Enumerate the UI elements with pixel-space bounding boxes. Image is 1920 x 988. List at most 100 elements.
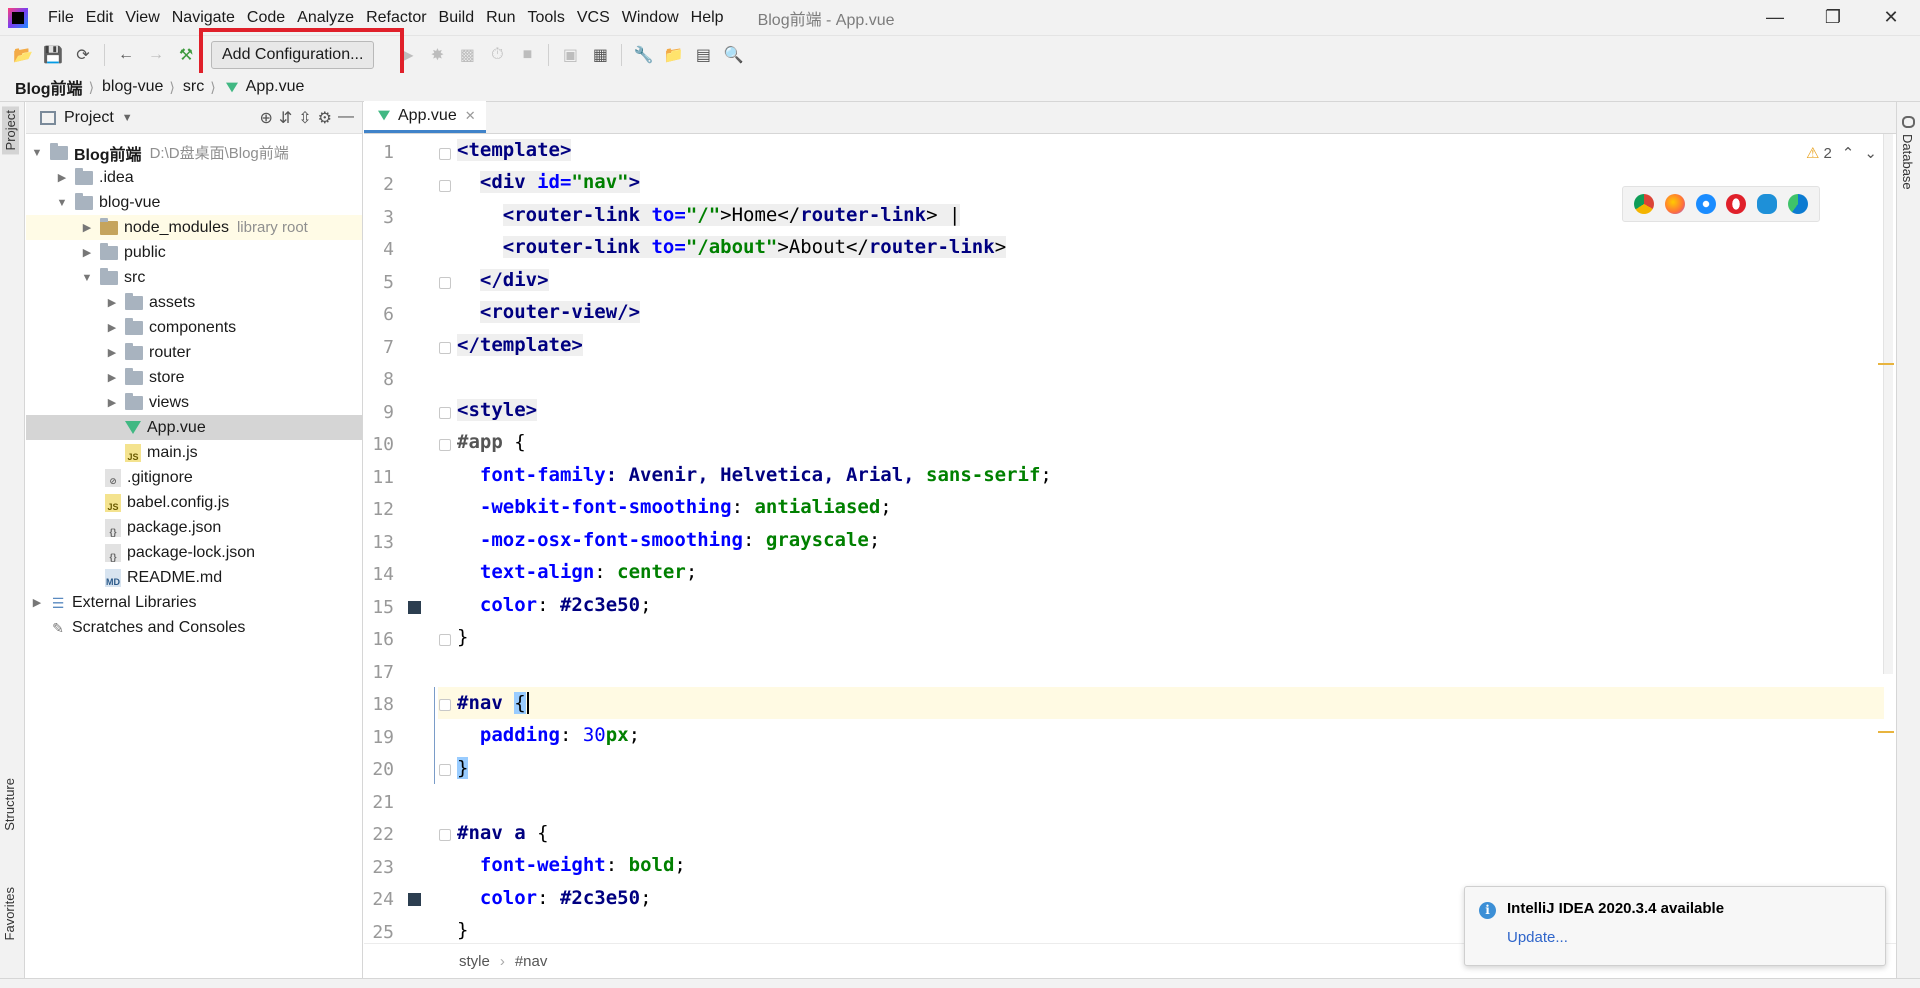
tree-item-views[interactable]: ▶ views (26, 390, 362, 415)
opera-icon[interactable] (1726, 194, 1747, 214)
code-editor[interactable]: 1 2 3 4 5 6 7 8 9 10 11 12 13 14 15 16 1… (364, 134, 1896, 943)
chevron-right-icon[interactable]: ▶ (80, 246, 94, 259)
tree-item-package-json[interactable]: {} package.json (26, 515, 362, 540)
tab-structure-tool[interactable]: Structure (2, 778, 17, 831)
menu-view[interactable]: View (119, 0, 165, 35)
run-icon[interactable]: ▶ (396, 44, 418, 66)
tree-item-app-vue[interactable]: App.vue (26, 415, 362, 440)
chevron-down-icon[interactable]: ▼ (80, 272, 94, 284)
stop-icon[interactable]: ■ (516, 44, 538, 66)
chevron-right-icon[interactable]: ▶ (105, 346, 119, 359)
debug-icon[interactable]: ✸ (426, 44, 448, 66)
open-folder-icon[interactable]: 📂 (12, 44, 34, 66)
tab-database-tool[interactable]: Database (1900, 134, 1915, 190)
project-view-dropdown[interactable]: Project (64, 109, 114, 127)
editor-scrollbar[interactable] (1883, 134, 1893, 674)
breadcrumb-app-vue[interactable]: App.vue (246, 78, 305, 96)
chevron-up-icon[interactable]: ⌃ (1842, 144, 1855, 162)
warning-marker[interactable] (1878, 363, 1894, 365)
chevron-right-icon[interactable]: ▶ (105, 371, 119, 384)
deploy-icon[interactable]: ▦ (589, 44, 611, 66)
tree-item-node-modules[interactable]: ▶ node_modules library root (26, 215, 362, 240)
fold-marker-icon[interactable] (439, 180, 451, 192)
firefox-icon[interactable] (1664, 194, 1685, 214)
tree-item-package-lock[interactable]: {} package-lock.json (26, 540, 362, 565)
color-swatch-icon[interactable] (408, 601, 421, 614)
tab-project-tool[interactable]: Project (2, 106, 19, 155)
ie-icon[interactable] (1756, 194, 1777, 214)
locate-icon[interactable]: ⊕ (259, 108, 272, 128)
tree-item-root[interactable]: ▼ Blog前端 D:\D盘桌面\Blog前端 (26, 140, 362, 165)
chevron-right-icon[interactable]: ▶ (30, 596, 44, 609)
chevron-down-icon[interactable]: ⌄ (1864, 144, 1877, 162)
menu-navigate[interactable]: Navigate (166, 0, 241, 35)
menu-help[interactable]: Help (685, 0, 730, 35)
terminal-icon[interactable]: ▤ (692, 44, 714, 66)
sync-icon[interactable]: ⟳ (72, 44, 94, 66)
menu-file[interactable]: File (42, 0, 80, 35)
menu-vcs[interactable]: VCS (571, 0, 616, 35)
profile-icon[interactable]: ⏱ (486, 44, 508, 66)
tree-item-assets[interactable]: ▶ assets (26, 290, 362, 315)
breadcrumb-project[interactable]: Blog前端 (15, 75, 83, 99)
breadcrumb-blog-vue[interactable]: blog-vue (102, 78, 163, 96)
close-tab-icon[interactable]: ✕ (465, 108, 476, 124)
chevron-right-icon[interactable]: ▶ (55, 171, 69, 184)
update-link[interactable]: Update... (1507, 929, 1568, 946)
build-hammer-icon[interactable]: ⚒ (175, 44, 197, 66)
tree-item-external-libraries[interactable]: ▶ ☰ External Libraries (26, 590, 362, 615)
fold-marker-icon[interactable] (439, 439, 451, 451)
coverage-icon[interactable]: ▩ (456, 44, 478, 66)
crumb-style[interactable]: style (459, 953, 490, 970)
gear-icon[interactable]: ⚙ (318, 108, 332, 128)
safari-icon[interactable] (1695, 194, 1716, 214)
tree-item-store[interactable]: ▶ store (26, 365, 362, 390)
inspection-widget[interactable]: ⚠ 2 ⌃ ⌄ (1806, 144, 1877, 163)
settings-wrench-icon[interactable]: 🔧 (632, 44, 654, 66)
tree-item-src[interactable]: ▼ src (26, 265, 362, 290)
restore-icon[interactable]: ❐ (1808, 0, 1858, 35)
fold-marker-icon[interactable] (439, 148, 451, 160)
fold-marker-icon[interactable] (439, 342, 451, 354)
collapse-all-icon[interactable]: ⇳ (298, 108, 311, 128)
chevron-right-icon[interactable]: ▶ (80, 221, 94, 234)
chevron-right-icon[interactable]: ▶ (105, 321, 119, 334)
hide-panel-icon[interactable]: — (338, 108, 354, 128)
chevron-right-icon[interactable]: ▶ (105, 296, 119, 309)
menu-window[interactable]: Window (616, 0, 685, 35)
project-structure-icon[interactable]: 📁 (662, 44, 684, 66)
minimize-icon[interactable]: — (1750, 0, 1800, 35)
color-swatch-icon[interactable] (408, 893, 421, 906)
expand-all-icon[interactable]: ⇵ (279, 108, 292, 128)
tree-item-router[interactable]: ▶ router (26, 340, 362, 365)
breadcrumb-src[interactable]: src (183, 78, 204, 96)
fold-marker-icon[interactable] (439, 764, 451, 776)
add-configuration-button[interactable]: Add Configuration... (211, 40, 375, 69)
tree-item-blog-vue[interactable]: ▼ blog-vue (26, 190, 362, 215)
crumb-nav[interactable]: #nav (515, 953, 548, 970)
menu-analyze[interactable]: Analyze (291, 0, 360, 35)
chevron-right-icon[interactable]: ▶ (105, 396, 119, 409)
chrome-icon[interactable] (1634, 194, 1655, 214)
back-arrow-icon[interactable]: ← (115, 44, 137, 66)
forward-arrow-icon[interactable]: → (145, 44, 167, 66)
menu-refactor[interactable]: Refactor (360, 0, 432, 35)
attach-debugger-icon[interactable]: ▣ (559, 44, 581, 66)
close-window-icon[interactable]: ✕ (1866, 0, 1916, 35)
tree-item-main-js[interactable]: JS main.js (26, 440, 362, 465)
tree-item-gitignore[interactable]: ⊘ .gitignore (26, 465, 362, 490)
fold-marker-icon[interactable] (439, 634, 451, 646)
tree-item-babel-config[interactable]: JS babel.config.js (26, 490, 362, 515)
tab-favorites-tool[interactable]: Favorites (2, 887, 17, 940)
search-icon[interactable]: 🔍 (722, 44, 744, 66)
chevron-down-icon[interactable]: ▼ (55, 197, 69, 209)
tab-app-vue[interactable]: App.vue ✕ (364, 101, 486, 133)
menu-tools[interactable]: Tools (521, 0, 570, 35)
tree-item-scratches[interactable]: ✎ Scratches and Consoles (26, 615, 362, 640)
fold-marker-icon[interactable] (439, 277, 451, 289)
chevron-down-icon[interactable]: ▼ (122, 112, 133, 124)
fold-marker-icon[interactable] (439, 699, 451, 711)
tree-item-public[interactable]: ▶ public (26, 240, 362, 265)
tree-item-components[interactable]: ▶ components (26, 315, 362, 340)
fold-marker-icon[interactable] (439, 829, 451, 841)
